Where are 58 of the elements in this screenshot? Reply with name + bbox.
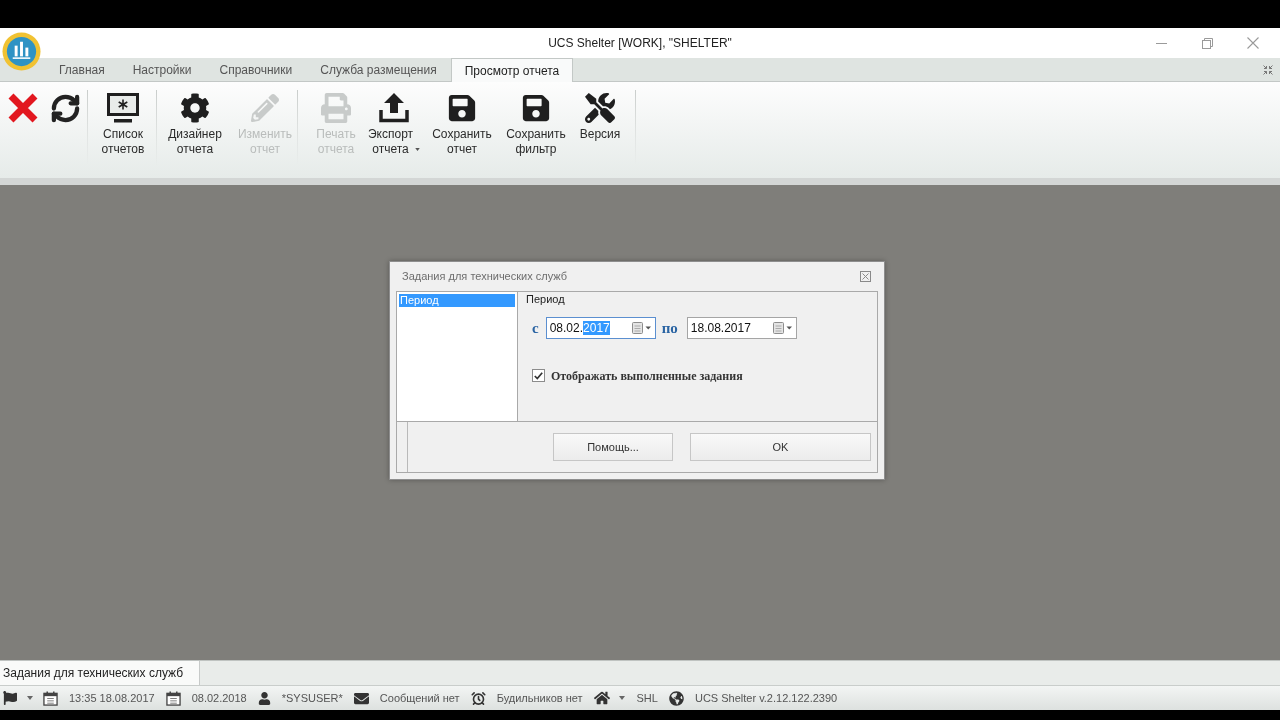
text-selection: 2017 [583, 321, 610, 336]
pencil-icon [251, 94, 279, 122]
envelope-icon [353, 690, 369, 706]
window-title: UCS Shelter [WORK], "SHELTER" [548, 35, 732, 52]
version-button[interactable]: Версия [575, 90, 625, 142]
status-text: SHL [636, 690, 658, 706]
collapse-icon [1263, 65, 1273, 75]
ribbon-tab[interactable]: Настройки [118, 58, 206, 81]
ribbon-tab[interactable]: Справочники [205, 58, 307, 81]
flag-icon [3, 691, 17, 705]
ribbon-tab[interactable]: Просмотр отчета [450, 58, 574, 82]
caret-icon [415, 148, 421, 151]
help-button[interactable]: Помощь... [553, 433, 673, 461]
upload-icon [378, 93, 410, 123]
tools-icon [585, 93, 615, 123]
alarm-clock-icon [470, 690, 486, 706]
calendar-dropdown-icon [631, 322, 652, 335]
report-list-button[interactable]: Список отчетов [95, 90, 151, 157]
printer-icon [321, 93, 351, 123]
close-icon [8, 93, 38, 123]
checkbox-label: Отображать выполненные задания [551, 367, 743, 385]
globe-icon [668, 690, 684, 706]
status-text: *SYSUSER* [281, 690, 343, 706]
home-icon [593, 690, 610, 706]
user-icon [257, 691, 271, 705]
to-label: по [661, 319, 678, 338]
save-report-button[interactable]: Сохранить отчет [430, 90, 494, 157]
date-field[interactable]: 18.08.2017 [686, 317, 797, 340]
panel-heading: Период [526, 293, 566, 306]
status-text: Будильников нет [496, 690, 583, 706]
from-label: с [532, 319, 539, 338]
save-filter-button[interactable]: Сохранить фильтр [504, 90, 568, 157]
calendar-dropdown-icon [772, 322, 793, 335]
checkmark-icon [534, 371, 543, 380]
dialog-title: Задания для технических служб [402, 269, 568, 285]
close-icon [1247, 37, 1259, 49]
minimize-icon [1155, 42, 1167, 44]
checkbox[interactable] [532, 369, 545, 382]
caret-icon [618, 696, 625, 700]
status-text: Сообщений нет [379, 690, 460, 706]
ok-button[interactable]: OK [690, 433, 871, 461]
close-button[interactable] [859, 270, 871, 283]
export-report-button[interactable]: Экспорт отчета [365, 90, 423, 157]
status-text: 13:35 18.08.2017 [69, 690, 155, 706]
report-designer-button[interactable]: Дизайнер отчета [165, 90, 225, 157]
close-icon [859, 271, 871, 282]
ribbon-tab[interactable]: Главная [45, 58, 119, 81]
monitor-icon [107, 93, 139, 123]
gear-icon [180, 93, 210, 123]
calendar-icon [165, 690, 181, 706]
refresh-icon [49, 92, 81, 124]
caret-icon [27, 696, 33, 700]
restore-icon [1201, 37, 1213, 49]
status-text: UCS Shelter v.2.12.122.2390 [694, 690, 838, 706]
status-text: 08.02.2018 [191, 690, 247, 706]
document-tab[interactable]: Задания для технических служб [0, 661, 200, 685]
ribbon-tab[interactable]: Служба размещения [306, 58, 451, 81]
calendar-icon [43, 690, 58, 706]
